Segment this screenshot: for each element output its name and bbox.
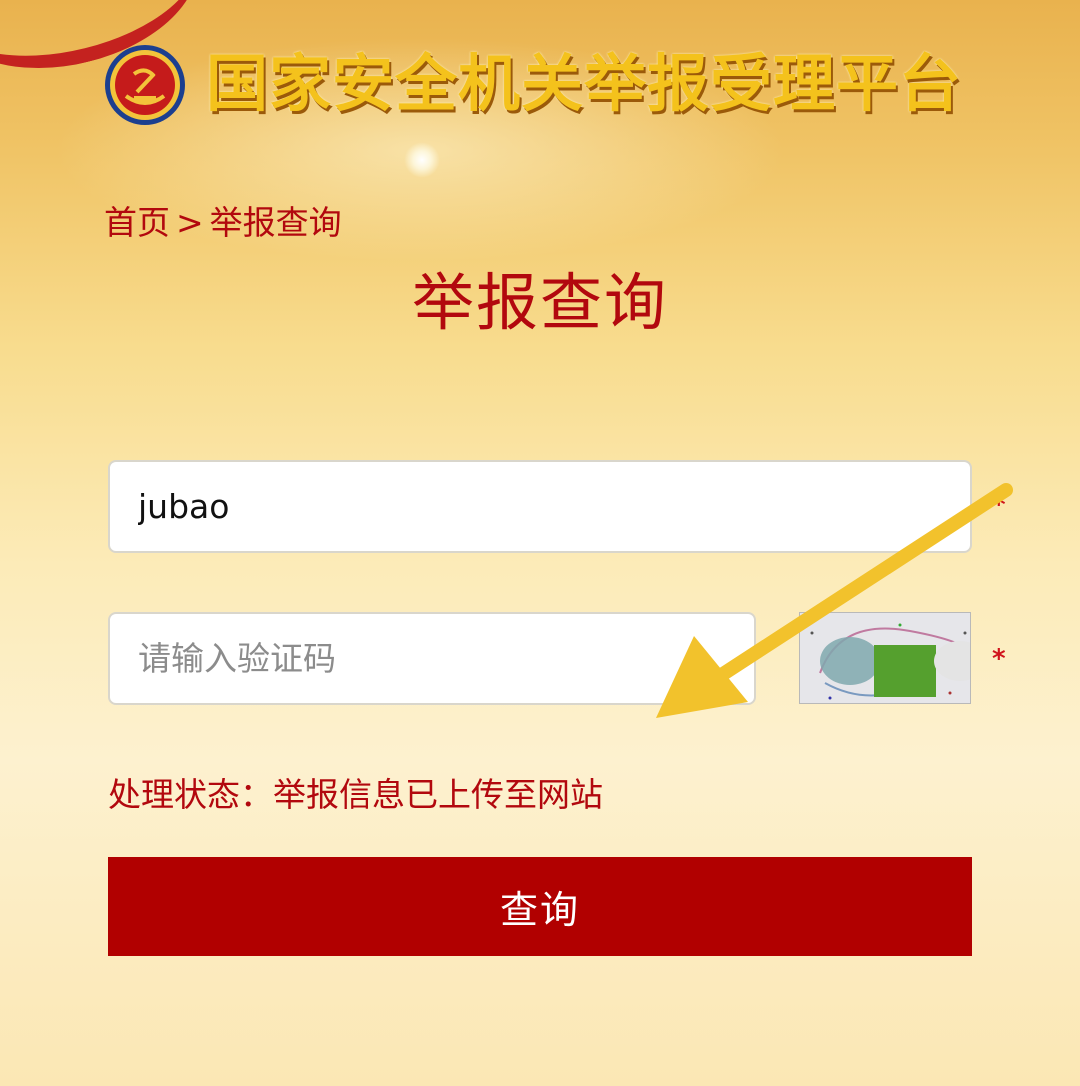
breadcrumb: 首页 > 举报查询 — [104, 196, 342, 244]
breadcrumb-current: 举报查询 — [209, 203, 342, 242]
captcha-noise-graphic — [800, 613, 970, 703]
required-asterisk-report-id: * — [992, 490, 1006, 520]
required-asterisk-captcha: * — [992, 644, 1006, 674]
decorative-light-glow — [404, 142, 440, 178]
processing-status: 处理状态：举报信息已上传至网站 — [108, 768, 603, 816]
status-value: 举报信息已上传至网站 — [273, 775, 603, 814]
breadcrumb-home-link[interactable]: 首页 — [104, 203, 170, 242]
page-title: 举报查询 — [411, 266, 668, 339]
captcha-input[interactable] — [108, 612, 756, 705]
captcha-image[interactable] — [799, 612, 971, 704]
site-header: 国家安全机关举报受理平台 — [104, 40, 984, 130]
status-label: 处理状态： — [108, 775, 273, 814]
breadcrumb-separator: > — [176, 203, 204, 242]
site-title: 国家安全机关举报受理平台 — [206, 47, 963, 120]
national-security-emblem-icon — [105, 45, 185, 125]
query-button[interactable]: 查询 — [108, 857, 972, 956]
redacted-blur-overlay — [258, 480, 828, 538]
